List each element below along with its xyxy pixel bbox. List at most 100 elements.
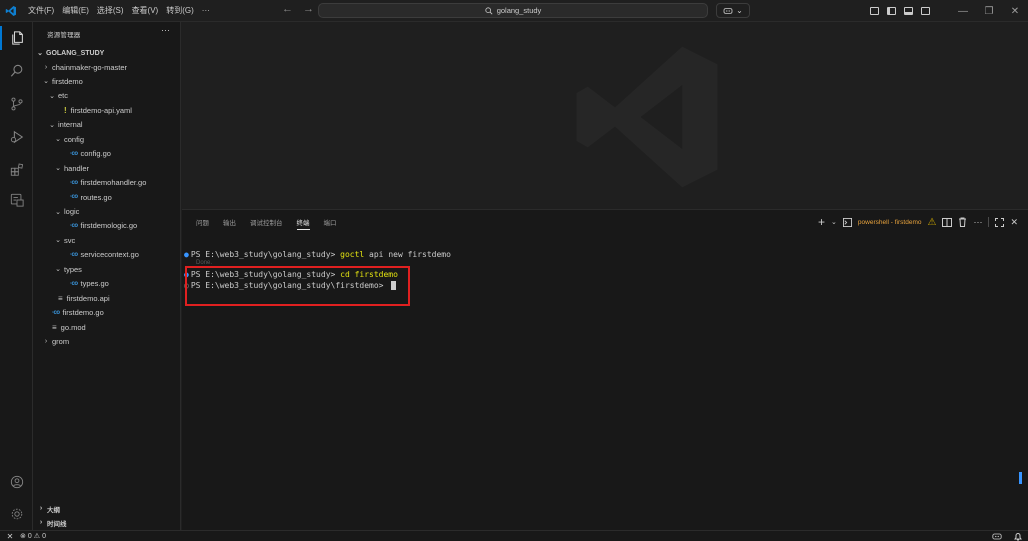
- text-file-icon: ≡: [58, 293, 63, 303]
- remote-explorer-icon[interactable]: [0, 188, 33, 212]
- run-debug-icon[interactable]: [0, 125, 33, 149]
- explorer-icon[interactable]: [0, 26, 33, 50]
- add-terminal-icon[interactable]: +: [818, 215, 825, 229]
- tree-folder[interactable]: › grom: [33, 335, 181, 349]
- workspace-root-label: GOLANG_STUDY: [46, 49, 105, 57]
- menu-file[interactable]: 文件(F): [28, 5, 54, 16]
- go-file-icon: ·co: [70, 280, 78, 287]
- tree-file[interactable]: ·co routes.go: [33, 190, 181, 204]
- tree-folder[interactable]: ⌄ types: [33, 262, 181, 276]
- tree-file[interactable]: ·co servicecontext.go: [33, 248, 181, 262]
- tree-item-label: firstdemo-api.yaml: [70, 105, 132, 115]
- menu-more[interactable]: ···: [202, 6, 210, 15]
- chevron-down-icon: ⌄: [37, 50, 43, 57]
- tab-ports[interactable]: 端口: [324, 217, 337, 230]
- command-success-dot-icon: ●: [184, 250, 189, 259]
- tree-file[interactable]: ≡ firstdemo.api: [33, 291, 181, 305]
- tree-folder[interactable]: ⌄ config: [33, 132, 181, 146]
- tree-item-label: types: [64, 264, 82, 274]
- tree-folder[interactable]: ⌄ handler: [33, 161, 181, 175]
- notifications-bell-icon[interactable]: [1014, 532, 1022, 541]
- extensions-icon[interactable]: [0, 158, 33, 182]
- forward-arrow-icon[interactable]: →: [303, 3, 314, 15]
- explorer-sidebar: 资源管理器 ··· ⌄ GOLANG_STUDY › chainmaker-go-…: [33, 22, 181, 530]
- gear-icon[interactable]: [0, 502, 33, 526]
- menu-selection[interactable]: 选择(S): [97, 5, 124, 16]
- chevron-right-icon: ›: [39, 505, 43, 512]
- chevron-down-icon: ⌄: [55, 237, 61, 245]
- tab-output[interactable]: 输出: [223, 217, 236, 230]
- tree-file[interactable]: ·co firstdemo.go: [33, 306, 181, 320]
- panel-actions: + ⌄ powershell - firstdemo ⚠ ··· ✕: [818, 215, 1018, 229]
- tree-file[interactable]: ≡ go.mod: [33, 320, 181, 334]
- restore-button[interactable]: ❐: [976, 6, 1002, 17]
- tree-file[interactable]: ! firstdemo-api.yaml: [33, 103, 181, 117]
- navigation-arrows: ← →: [282, 3, 314, 15]
- highlight-annotation-box: [185, 266, 410, 306]
- close-button[interactable]: ✕: [1002, 6, 1028, 17]
- chevron-down-icon: ⌄: [55, 266, 61, 274]
- timeline-section[interactable]: › 时间线: [33, 517, 181, 528]
- tree-file[interactable]: ·co firstdemologic.go: [33, 219, 181, 233]
- copilot-status-icon[interactable]: [992, 532, 1002, 541]
- outline-label: 大纲: [47, 506, 60, 514]
- error-icon: ⊗: [20, 533, 26, 540]
- toggle-panel-icon[interactable]: [904, 7, 913, 15]
- tree-item-label: firstdemo.api: [66, 293, 110, 303]
- workspace-root[interactable]: ⌄ GOLANG_STUDY: [33, 46, 181, 60]
- menu-view[interactable]: 查看(V): [132, 5, 159, 16]
- terminal-name[interactable]: powershell - firstdemo: [858, 219, 922, 226]
- customize-layout-icon[interactable]: [870, 7, 879, 15]
- explorer-more-actions[interactable]: ···: [161, 25, 170, 35]
- chevron-right-icon: ›: [44, 338, 48, 346]
- search-icon[interactable]: [0, 59, 33, 83]
- tree-file[interactable]: ·co config.go: [33, 147, 181, 161]
- tree-item-label: handler: [64, 163, 90, 173]
- toggle-primary-sidebar-icon[interactable]: [887, 7, 896, 15]
- maximize-panel-icon[interactable]: [995, 217, 1005, 227]
- tree-folder[interactable]: ⌄ logic: [33, 205, 181, 219]
- menu-go[interactable]: 转到(G): [166, 5, 194, 16]
- chevron-down-icon[interactable]: ⌄: [831, 218, 837, 226]
- tree-item-label: go.mod: [60, 322, 86, 332]
- copilot-button[interactable]: ⌄: [716, 3, 750, 18]
- search-text: golang_study: [496, 6, 542, 15]
- back-arrow-icon[interactable]: ←: [282, 3, 293, 15]
- menu-bar: 文件(F) 编辑(E) 选择(S) 查看(V) 转到(G) ···: [22, 5, 210, 16]
- tab-problems[interactable]: 问题: [196, 217, 209, 230]
- minimize-button[interactable]: —: [950, 6, 976, 17]
- trash-icon[interactable]: [958, 217, 967, 227]
- outline-section[interactable]: › 大纲: [33, 503, 181, 514]
- source-control-icon[interactable]: [0, 92, 33, 116]
- tree-file[interactable]: ·co types.go: [33, 277, 181, 291]
- go-file-icon: ·co: [52, 309, 60, 316]
- layout-controls: [870, 7, 930, 15]
- command-center-search[interactable]: golang_study: [318, 3, 708, 18]
- tab-terminal[interactable]: 终端: [296, 217, 310, 230]
- chevron-down-icon: ⌄: [55, 208, 61, 216]
- tab-debug-console[interactable]: 调试控制台: [250, 217, 283, 230]
- split-terminal-icon[interactable]: [942, 217, 953, 227]
- account-icon[interactable]: [0, 470, 33, 494]
- tree-folder[interactable]: › chainmaker-go-master: [33, 60, 181, 74]
- chevron-down-icon: ⌄: [43, 78, 49, 86]
- terminal-icon: [842, 217, 852, 227]
- terminal-scrollbar-thumb[interactable]: [1019, 472, 1022, 484]
- toggle-secondary-sidebar-icon[interactable]: [921, 7, 930, 15]
- go-file-icon: ·co: [70, 179, 78, 186]
- tree-folder[interactable]: ⌄ internal: [33, 118, 181, 132]
- tree-file[interactable]: ·co firstdemohandler.go: [33, 176, 181, 190]
- tree-folder[interactable]: ⌄ etc: [33, 89, 181, 103]
- tree-item-label: svc: [64, 235, 76, 245]
- menu-edit[interactable]: 编辑(E): [62, 5, 89, 16]
- tree-folder[interactable]: ⌄ firstdemo: [33, 74, 181, 88]
- tree-item-label: logic: [64, 207, 80, 216]
- panel-more-icon[interactable]: ···: [973, 217, 982, 227]
- tree-folder[interactable]: ⌄ svc: [33, 233, 181, 247]
- problems-indicator[interactable]: ⊗ 0 ⚠ 0: [20, 532, 46, 541]
- prompt-1: PS E:\web3_study\golang_study>: [190, 250, 341, 259]
- tree-item-label: chainmaker-go-master: [52, 62, 128, 72]
- warning-count: 0: [42, 532, 46, 540]
- remote-indicator-icon[interactable]: ✕: [0, 532, 20, 541]
- close-panel-icon[interactable]: ✕: [1010, 217, 1018, 228]
